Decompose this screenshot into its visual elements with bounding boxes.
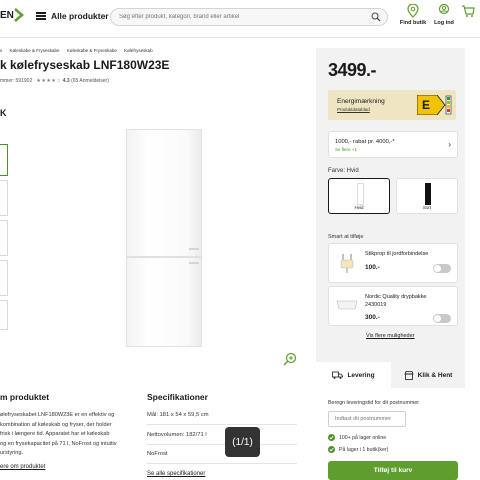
color-option-label: Hvid — [354, 205, 364, 210]
truck-icon — [332, 371, 344, 379]
tab-pickup-label: Klik & Hent — [417, 371, 453, 379]
plug-icon — [340, 254, 354, 273]
tab-pickup[interactable]: Klik & Hent — [391, 362, 465, 388]
accessory-name: Stikprop til jordforbindelse — [365, 251, 429, 257]
image-counter: (1/1) — [225, 427, 260, 457]
chevron-right-icon: › — [448, 140, 451, 149]
energy-label-title: Energimærkning — [337, 98, 385, 105]
item-number: mmer: 591902 — [0, 78, 33, 84]
about-line: frisk i længere tid. Apparatet har et kø… — [0, 431, 110, 437]
add-to-cart-button[interactable]: Tilføj til kurv — [328, 461, 458, 480]
stock-store-text[interactable]: På lager i 1 butik(ker) — [339, 447, 388, 453]
rating-value: 4.3 — [62, 78, 70, 84]
black-fridge-thumbnail — [425, 183, 431, 205]
accessory-toggle[interactable] — [433, 314, 451, 323]
search-icon[interactable] — [371, 12, 381, 22]
menu-icon[interactable] — [36, 12, 46, 20]
about-line: og en frysekapacitet på 71 l, NoFrost og… — [0, 440, 117, 447]
thumbnail[interactable] — [0, 260, 8, 296]
about-line: urstyring. — [0, 450, 24, 456]
user-icon — [438, 4, 450, 15]
breadcrumb: s Køleskabe & Fryseskabe Køleskabe & Fry… — [0, 48, 159, 53]
accessories-heading: Smart at tilføje — [328, 234, 364, 240]
check-icon — [328, 446, 335, 453]
tab-delivery-label: Levering — [347, 371, 375, 379]
login-label: Log ind — [434, 20, 454, 26]
cart-icon — [462, 5, 475, 17]
color-option-label: Sort — [422, 205, 432, 210]
site-header: EN Alle produkter Find butik Log ind — [0, 0, 480, 38]
all-specs-link[interactable]: Se alle specifikationer — [147, 471, 205, 477]
product-title: k kølefryseskab LNF180W23E — [0, 58, 170, 72]
about-line: ølefryseskabet LNF180W23E er en effektiv… — [0, 412, 115, 418]
about-heading: m produktet — [0, 392, 50, 402]
specs-heading: Specifikationer — [147, 392, 208, 402]
logo[interactable]: EN — [0, 10, 14, 21]
thumbnail[interactable] — [0, 220, 8, 256]
thumbnail[interactable] — [0, 144, 8, 176]
see-more-offers[interactable]: Se flere +1 — [335, 147, 357, 152]
more-options-link[interactable]: Vis flere muligheder — [366, 333, 415, 339]
divider — [147, 424, 297, 425]
drip-tray-icon — [336, 300, 358, 310]
accessory-price: 300.- — [365, 314, 380, 321]
cart-button[interactable] — [456, 4, 480, 20]
thumbnail[interactable] — [0, 300, 8, 330]
find-store-label: Find butik — [399, 20, 427, 26]
read-more-link[interactable]: ere om produktet — [0, 464, 45, 470]
accessory-toggle[interactable] — [433, 264, 451, 273]
check-icon — [328, 434, 335, 441]
stock-online: 100+ på lager online — [328, 434, 386, 441]
product-datasheet-link[interactable]: Produktdatablad — [337, 107, 370, 112]
fridge-illustration — [126, 129, 202, 347]
divider — [147, 463, 297, 464]
breadcrumb-item[interactable]: Kølefryseskab — [124, 48, 153, 53]
spec-row: Mål: 181 x 54 x 59,5 cm — [147, 412, 209, 418]
breadcrumb-item[interactable]: Køleskabe & Fryseskabe — [10, 48, 60, 53]
energy-class-letter: E — [422, 98, 431, 112]
store-icon — [404, 370, 414, 380]
all-products-menu[interactable]: Alle produkter — [51, 11, 109, 21]
about-text: ølefryseskabet LNF180W23E er en effektiv… — [0, 411, 140, 459]
delivery-label: Beregn leveringstid for dit postnummer — [328, 400, 419, 406]
breadcrumb-item[interactable]: s — [0, 48, 2, 53]
accessory-name: Nordic Quality drypbakke 2430019 — [365, 294, 427, 308]
product-image[interactable] — [126, 129, 202, 347]
breadcrumb-item[interactable]: Køleskabe & Fryseskabe — [67, 48, 117, 53]
stock-store: På lager i 1 butik(ker) — [328, 446, 388, 453]
color-selector-label: Farve: Hvid — [328, 168, 359, 174]
rating-stars[interactable]: ★★★★☆ — [36, 78, 61, 84]
about-line: kombination af køleskab og fryser, der h… — [0, 421, 112, 428]
product-meta: mmer: 591902 ★★★★☆ 4.3 (65 Anmeldelser) — [0, 78, 109, 84]
search-input[interactable] — [111, 9, 351, 25]
color-letter: K — [0, 108, 7, 118]
discount-text: 1000,- rabat pr. 4000,-* — [335, 139, 395, 145]
accessory-price: 100.- — [365, 264, 380, 271]
delivery-tabs: Levering Klik & Hent — [316, 362, 465, 388]
price: 3499.- — [328, 60, 377, 80]
color-option-black[interactable]: Sort — [396, 178, 458, 214]
review-count[interactable]: (65 Anmeldelser) — [71, 78, 109, 84]
search-bar[interactable] — [110, 8, 388, 26]
logo-chevron-icon — [14, 8, 24, 22]
white-fridge-thumbnail — [357, 183, 364, 205]
postal-code-input[interactable] — [328, 411, 406, 427]
divider — [147, 444, 297, 445]
zoom-in-icon[interactable] — [283, 352, 297, 366]
color-option-white[interactable]: Hvid — [328, 178, 390, 214]
spec-row: Nettovolumen: 182/71 l — [147, 432, 207, 438]
stock-online-text: 100+ på lager online — [339, 434, 387, 441]
thumbnail[interactable] — [0, 180, 8, 216]
accessory-item[interactable]: Stikprop til jordforbindelse 100.- — [328, 243, 458, 283]
location-pin-icon — [407, 4, 419, 18]
energy-label-card[interactable]: Energimærkning Produktdatablad E — [328, 90, 456, 120]
accessory-item[interactable]: Nordic Quality drypbakke 2430019 300.- — [328, 286, 458, 326]
tab-delivery[interactable]: Levering — [316, 362, 391, 388]
discount-offer[interactable]: 1000,- rabat pr. 4000,-* Se flere +1 › — [328, 131, 458, 158]
spec-row: NoFrost — [147, 451, 168, 457]
